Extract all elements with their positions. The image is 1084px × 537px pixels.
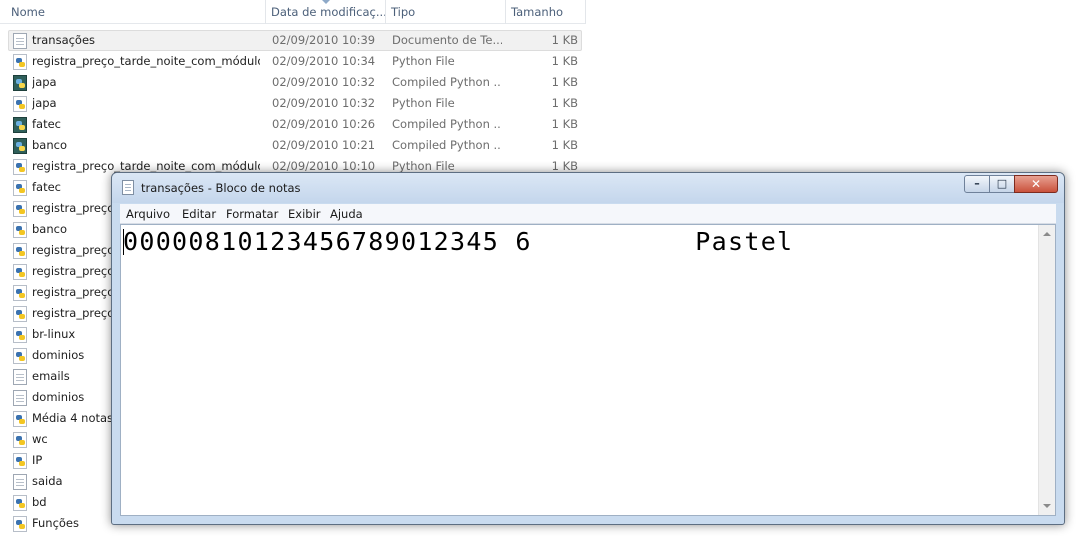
- menu-arquivo[interactable]: Arquivo: [126, 207, 170, 221]
- file-name: banco: [32, 138, 67, 152]
- text-document-icon: [13, 474, 27, 490]
- notepad-text-area[interactable]: 00000810123456789012345 6 Pastel: [120, 224, 1056, 516]
- window-controls: – □ ✕: [964, 175, 1058, 193]
- minimize-icon: –: [974, 177, 980, 190]
- file-size: 1 KB: [551, 96, 578, 110]
- file-name: japa: [32, 75, 57, 89]
- file-size: 1 KB: [551, 54, 578, 68]
- python-file-icon: [13, 327, 27, 343]
- notepad-menu-bar: Arquivo Editar Formatar Exibir Ajuda: [120, 204, 1056, 224]
- file-date: 02/09/2010 10:32: [272, 75, 376, 89]
- file-name: transações: [32, 33, 96, 47]
- python-file-icon: [13, 411, 27, 427]
- file-date: 02/09/2010 10:26: [272, 117, 376, 131]
- file-type: Compiled Python ...: [392, 138, 502, 152]
- menu-editar[interactable]: Editar: [182, 207, 216, 221]
- column-header-bar: Nome Data de modificaç... Tipo Tamanho: [0, 0, 586, 24]
- python-file-icon: [13, 54, 27, 70]
- close-button[interactable]: ✕: [1014, 175, 1058, 193]
- file-size: 1 KB: [551, 117, 578, 131]
- file-type: Documento de Te...: [392, 33, 502, 47]
- menu-exibir[interactable]: Exibir: [288, 207, 321, 221]
- scroll-up-icon[interactable]: [1043, 232, 1051, 236]
- file-name: fatec: [32, 117, 62, 131]
- file-row[interactable]: transações 02/09/2010 10:39 Documento de T…: [0, 30, 586, 51]
- close-icon: ✕: [1030, 177, 1042, 191]
- python-file-icon: [13, 243, 27, 259]
- maximize-button[interactable]: □: [989, 175, 1015, 193]
- file-name: registra_preço_tarde_noite_com_módulo...: [32, 54, 260, 68]
- compiled-python-icon: [13, 75, 27, 91]
- compiled-python-icon: [13, 138, 27, 154]
- python-file-icon: [13, 516, 27, 532]
- file-date: 02/09/2010 10:39: [272, 33, 376, 47]
- minimize-button[interactable]: –: [964, 175, 990, 193]
- file-type: Python File: [392, 96, 455, 110]
- file-date: 02/09/2010 10:21: [272, 138, 376, 152]
- notepad-title: transações - Bloco de notas: [141, 181, 301, 195]
- python-file-icon: [13, 222, 27, 238]
- menu-formatar[interactable]: Formatar: [226, 207, 278, 221]
- sort-arrow-icon: [322, 0, 330, 4]
- file-row[interactable]: fatec 02/09/2010 10:26 Compiled Python ...…: [0, 114, 586, 135]
- notepad-title-bar[interactable]: transações - Bloco de notas – □ ✕: [112, 173, 1064, 203]
- file-type: Python File: [392, 54, 455, 68]
- python-file-icon: [13, 348, 27, 364]
- python-file-icon: [13, 96, 27, 112]
- notepad-window: transações - Bloco de notas – □ ✕ Arquiv…: [111, 172, 1065, 525]
- text-caret: [123, 229, 124, 255]
- file-date: 02/09/2010 10:34: [272, 54, 376, 68]
- maximize-icon: □: [996, 177, 1008, 190]
- scroll-down-icon[interactable]: [1043, 504, 1051, 508]
- notepad-content: 00000810123456789012345 6 Pastel: [123, 227, 794, 256]
- compiled-python-icon: [13, 117, 27, 133]
- column-header-name[interactable]: Nome: [6, 0, 266, 24]
- file-name: japa: [32, 96, 57, 110]
- file-row[interactable]: registra_preço_tarde_noite_com_módulo...…: [0, 51, 586, 72]
- python-file-icon: [13, 453, 27, 469]
- python-file-icon: [13, 432, 27, 448]
- text-document-icon: [13, 369, 27, 385]
- file-size: 1 KB: [551, 75, 578, 89]
- python-file-icon: [13, 495, 27, 511]
- column-header-size[interactable]: Tamanho: [506, 0, 586, 24]
- python-file-icon: [13, 180, 27, 196]
- python-file-icon: [13, 306, 27, 322]
- file-size: 1 KB: [551, 33, 578, 47]
- file-row[interactable]: japa 02/09/2010 10:32 Python File 1 KB: [0, 93, 586, 114]
- vertical-scrollbar[interactable]: [1038, 225, 1055, 515]
- file-type: Compiled Python ...: [392, 75, 502, 89]
- python-file-icon: [13, 285, 27, 301]
- menu-ajuda[interactable]: Ajuda: [330, 207, 363, 221]
- column-header-type[interactable]: Tipo: [386, 0, 506, 24]
- file-size: 1 KB: [551, 138, 578, 152]
- text-document-icon: [13, 390, 27, 406]
- file-date: 02/09/2010 10:32: [272, 96, 376, 110]
- file-row[interactable]: banco 02/09/2010 10:21 Compiled Python ...…: [0, 135, 586, 156]
- text-document-icon: [13, 33, 27, 49]
- notepad-document-icon: [122, 180, 134, 195]
- file-row[interactable]: japa 02/09/2010 10:32 Compiled Python ... 1…: [0, 72, 586, 93]
- file-type: Compiled Python ...: [392, 117, 502, 131]
- python-file-icon: [13, 159, 27, 175]
- python-file-icon: [13, 201, 27, 217]
- python-file-icon: [13, 264, 27, 280]
